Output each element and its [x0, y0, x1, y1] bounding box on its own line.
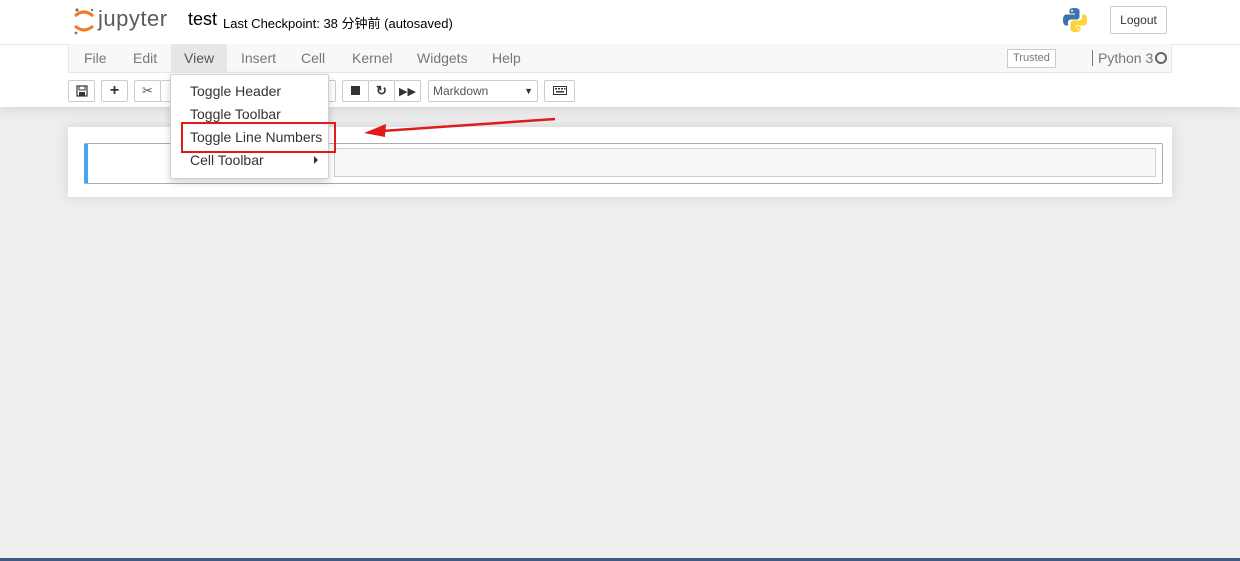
save-icon [75, 85, 88, 97]
kernel-separator [1092, 50, 1093, 66]
python-logo-icon [1063, 8, 1087, 32]
jupyter-logo-icon [74, 8, 94, 35]
cell-type-value: Markdown [433, 84, 489, 98]
menu-cell[interactable]: Cell [288, 44, 338, 72]
caret-right-icon [314, 156, 318, 164]
annotation-highlight-box [181, 122, 336, 153]
view-menu-item-label: Toggle Header [190, 83, 282, 99]
menu-edit[interactable]: Edit [120, 44, 170, 72]
interrupt-button[interactable] [342, 80, 369, 102]
trusted-badge[interactable]: Trusted [1007, 49, 1056, 68]
notebook-name[interactable]: test [188, 9, 217, 30]
header-top-bar: jupyter test Last Checkpoint: 38 分钟前 (au… [0, 0, 1240, 45]
menu-widgets[interactable]: Widgets [404, 44, 481, 72]
menu-kernel[interactable]: Kernel [339, 44, 405, 72]
menubar: File Edit View Insert Cell Kernel Widget… [68, 44, 1172, 73]
menu-file[interactable]: File [71, 44, 120, 72]
insert-cell-button[interactable]: + [101, 80, 128, 102]
jupyter-logo[interactable]: jupyter [72, 6, 177, 36]
logout-button[interactable]: Logout [1110, 6, 1167, 34]
restart-button[interactable]: ↻ [368, 80, 395, 102]
stop-icon [351, 86, 360, 95]
logo-wordmark: jupyter [98, 6, 168, 31]
restart-icon: ↻ [376, 83, 387, 98]
scissors-icon: ✂ [142, 83, 153, 98]
cell-input-area[interactable] [334, 148, 1156, 177]
menu-view[interactable]: View [171, 44, 228, 72]
view-menu-toggle-header[interactable]: Toggle Header [171, 80, 328, 102]
save-button[interactable] [68, 80, 95, 102]
menu-help[interactable]: Help [479, 44, 534, 72]
restart-run-all-button[interactable]: ▶▶ [394, 80, 421, 102]
checkpoint-status: Last Checkpoint: 38 分钟前 (autosaved) [223, 16, 453, 31]
cell-type-select[interactable]: Markdown ▼ [428, 80, 538, 102]
annotation-arrow-icon [364, 117, 556, 137]
cut-button[interactable]: ✂ [134, 80, 161, 102]
caret-down-icon: ▼ [524, 86, 533, 96]
menu-insert[interactable]: Insert [228, 44, 289, 72]
command-palette-button[interactable] [544, 80, 575, 102]
fast-forward-icon: ▶▶ [399, 86, 416, 98]
plus-icon: + [109, 82, 120, 99]
keyboard-icon [552, 86, 567, 95]
kernel-idle-indicator-icon [1155, 52, 1167, 64]
kernel-name[interactable]: Python 3 [1098, 44, 1153, 72]
